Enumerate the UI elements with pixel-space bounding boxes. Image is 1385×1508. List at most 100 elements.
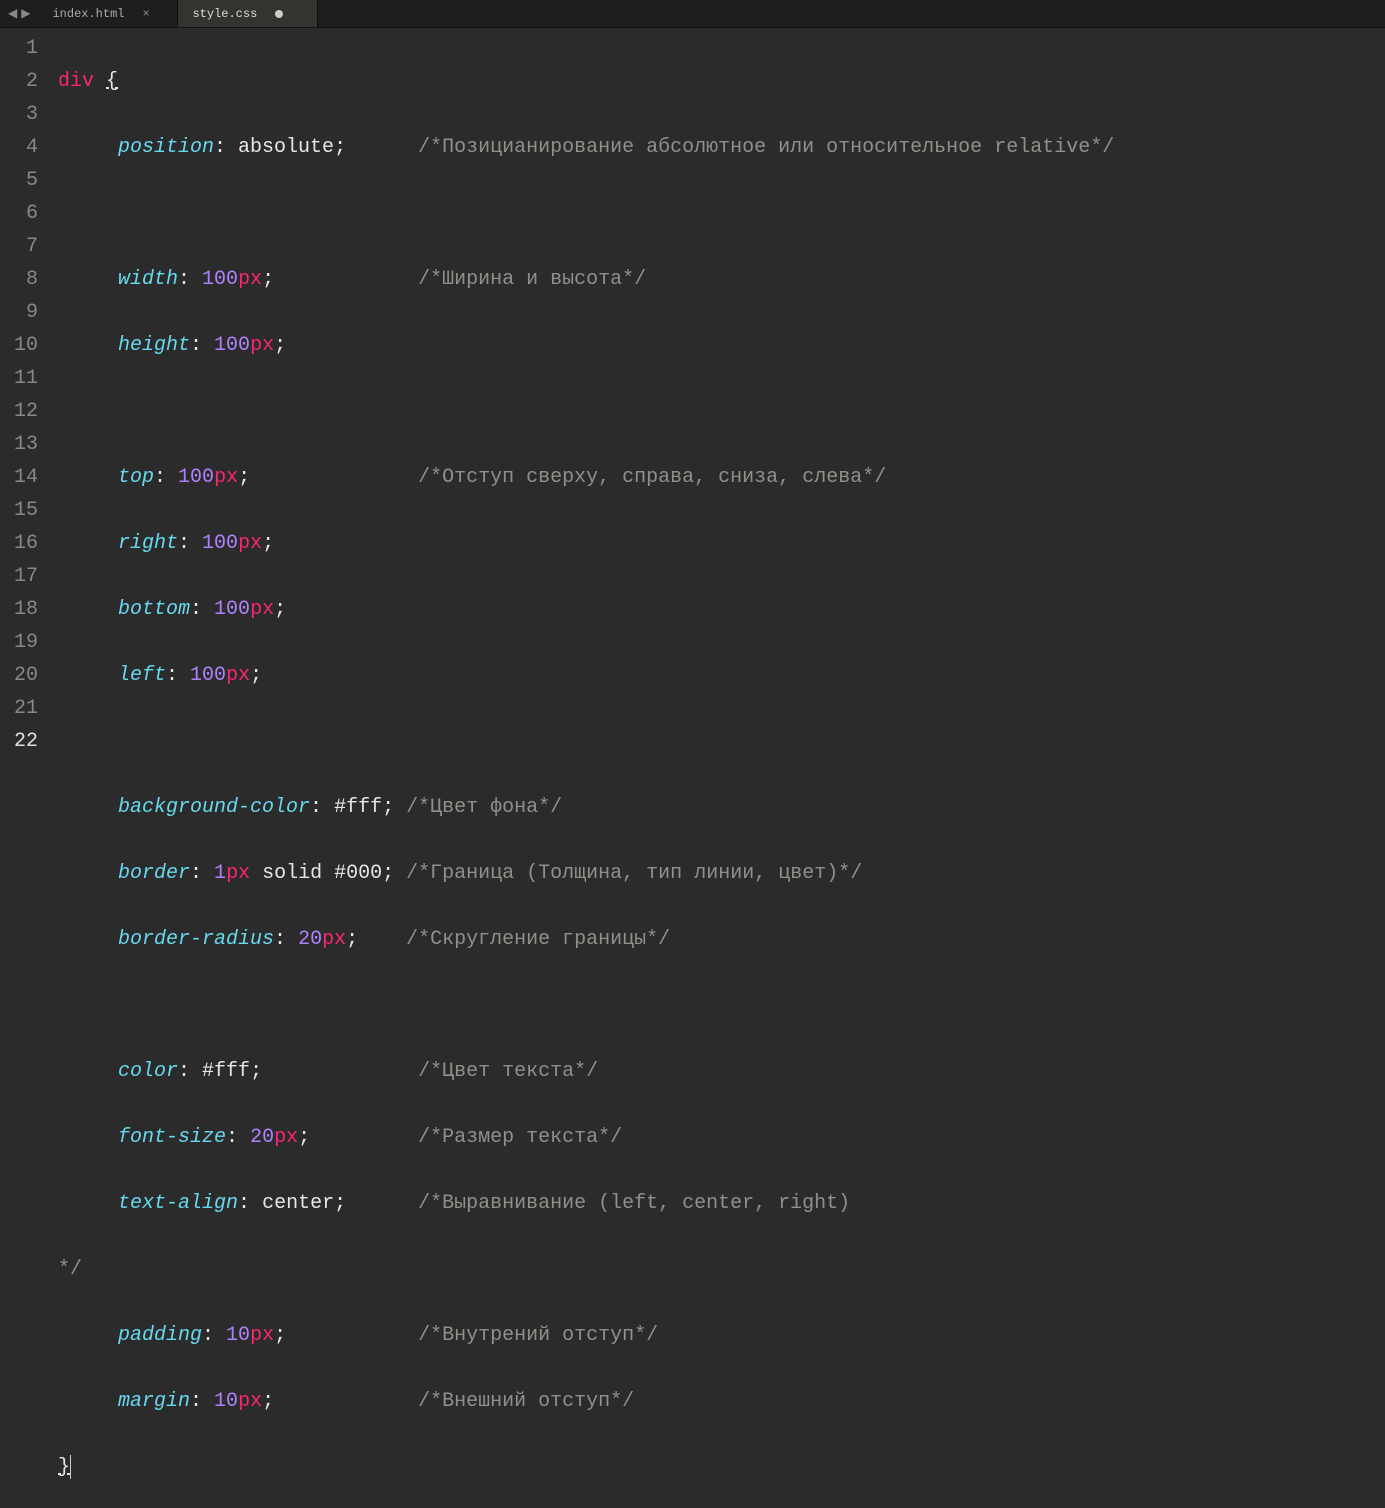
nav-back-icon[interactable]: ◀ xyxy=(8,6,17,21)
brace-open: { xyxy=(106,70,118,93)
code-line: background-color: #fff; /*Цвет фона*/ xyxy=(58,791,1114,824)
css-number: 20 xyxy=(298,928,322,951)
editor-area[interactable]: 1 2 3 4 5 6 7 8 9 10 11 12 13 14 15 16 1… xyxy=(0,28,1385,1508)
line-number: 6 xyxy=(6,197,38,230)
code-content[interactable]: div { position: absolute; /*Позицианиров… xyxy=(50,28,1114,1508)
code-line xyxy=(58,989,1114,1022)
css-value: center xyxy=(262,1192,334,1215)
css-number: 100 xyxy=(190,664,226,687)
css-unit: px xyxy=(238,1390,262,1413)
code-line: right: 100px; xyxy=(58,527,1114,560)
code-line: bottom: 100px; xyxy=(58,593,1114,626)
close-icon[interactable]: × xyxy=(142,7,149,21)
css-number: 100 xyxy=(202,532,238,555)
tab-nav-arrows: ◀ ▶ xyxy=(0,0,38,27)
css-comment: /*Размер текста*/ xyxy=(418,1126,622,1149)
css-number: 1 xyxy=(214,862,226,885)
css-unit: px xyxy=(250,598,274,621)
code-line: margin: 10px; /*Внешний отступ*/ xyxy=(58,1385,1114,1418)
css-comment: /*Отступ сверху, справа, сниза, слева*/ xyxy=(418,466,886,489)
css-number: 10 xyxy=(214,1390,238,1413)
css-property: background-color xyxy=(118,796,310,819)
line-number: 12 xyxy=(6,395,38,428)
line-number: 17 xyxy=(6,560,38,593)
css-property: height xyxy=(118,334,190,357)
css-comment: /*Цвет текста*/ xyxy=(418,1060,598,1083)
css-property: margin xyxy=(118,1390,190,1413)
css-comment: */ xyxy=(58,1258,82,1281)
css-property: position xyxy=(118,136,214,159)
line-number: 4 xyxy=(6,131,38,164)
css-property: color xyxy=(118,1060,178,1083)
line-number: 14 xyxy=(6,461,38,494)
code-line: text-align: center; /*Выравнивание (left… xyxy=(58,1187,1114,1220)
code-line: padding: 10px; /*Внутрений отступ*/ xyxy=(58,1319,1114,1352)
css-property: right xyxy=(118,532,178,555)
css-comment: /*Внутрений отступ*/ xyxy=(418,1324,658,1347)
line-number: 3 xyxy=(6,98,38,131)
css-property: width xyxy=(118,268,178,291)
css-unit: px xyxy=(250,1324,274,1347)
code-line xyxy=(58,197,1114,230)
code-line: top: 100px; /*Отступ сверху, справа, сни… xyxy=(58,461,1114,494)
code-line: color: #fff; /*Цвет текста*/ xyxy=(58,1055,1114,1088)
css-comment: /*Внешний отступ*/ xyxy=(418,1390,634,1413)
css-value: #fff xyxy=(334,796,382,819)
css-comment: /*Цвет фона*/ xyxy=(406,796,562,819)
line-number: 11 xyxy=(6,362,38,395)
line-number: 2 xyxy=(6,65,38,98)
line-number: 10 xyxy=(6,329,38,362)
code-line: height: 100px; xyxy=(58,329,1114,362)
code-line: border-radius: 20px; /*Скругление границ… xyxy=(58,923,1114,956)
line-number: 8 xyxy=(6,263,38,296)
css-unit: px xyxy=(274,1126,298,1149)
css-unit: px xyxy=(238,268,262,291)
dirty-indicator-icon[interactable] xyxy=(275,10,283,18)
code-line: */ xyxy=(58,1253,1114,1286)
line-number: 18 xyxy=(6,593,38,626)
css-property: padding xyxy=(118,1324,202,1347)
brace-close: } xyxy=(58,1456,70,1479)
css-number: 100 xyxy=(214,334,250,357)
line-number: 21 xyxy=(6,692,38,725)
line-number-gutter: 1 2 3 4 5 6 7 8 9 10 11 12 13 14 15 16 1… xyxy=(0,28,50,1508)
css-property: top xyxy=(118,466,154,489)
text-cursor xyxy=(70,1455,71,1479)
nav-forward-icon[interactable]: ▶ xyxy=(21,6,30,21)
line-number: 19 xyxy=(6,626,38,659)
css-number: 10 xyxy=(226,1324,250,1347)
code-line: position: absolute; /*Позицианирование а… xyxy=(58,131,1114,164)
tab-label: style.css xyxy=(192,7,257,21)
css-comment: /*Граница (Толщина, тип линии, цвет)*/ xyxy=(406,862,862,885)
css-comment: /*Позицианирование абсолютное или относи… xyxy=(418,136,1114,159)
css-number: 100 xyxy=(202,268,238,291)
css-property: border xyxy=(118,862,190,885)
css-unit: px xyxy=(250,334,274,357)
css-unit: px xyxy=(238,532,262,555)
css-property: font-size xyxy=(118,1126,226,1149)
css-value: absolute xyxy=(238,136,334,159)
css-number: 100 xyxy=(178,466,214,489)
tab-style-css[interactable]: style.css xyxy=(178,0,318,27)
code-line: } xyxy=(58,1451,1114,1484)
line-number: 9 xyxy=(6,296,38,329)
code-line: width: 100px; /*Ширина и высота*/ xyxy=(58,263,1114,296)
line-number: 15 xyxy=(6,494,38,527)
css-value: solid #000 xyxy=(250,862,382,885)
css-selector: div xyxy=(58,70,94,93)
tab-index-html[interactable]: index.html × xyxy=(38,0,178,27)
title-bar: ◀ ▶ index.html × style.css xyxy=(0,0,1385,28)
line-number: 22 xyxy=(6,725,38,758)
code-line xyxy=(58,725,1114,758)
css-property: border-radius xyxy=(118,928,274,951)
css-unit: px xyxy=(214,466,238,489)
css-comment: /*Скругление границы*/ xyxy=(406,928,670,951)
code-line: font-size: 20px; /*Размер текста*/ xyxy=(58,1121,1114,1154)
line-number: 5 xyxy=(6,164,38,197)
css-unit: px xyxy=(226,862,250,885)
css-unit: px xyxy=(226,664,250,687)
css-comment: /*Выравнивание (left, center, right) xyxy=(418,1192,850,1215)
css-value: #fff xyxy=(202,1060,250,1083)
tab-label: index.html xyxy=(52,7,124,21)
line-number: 16 xyxy=(6,527,38,560)
